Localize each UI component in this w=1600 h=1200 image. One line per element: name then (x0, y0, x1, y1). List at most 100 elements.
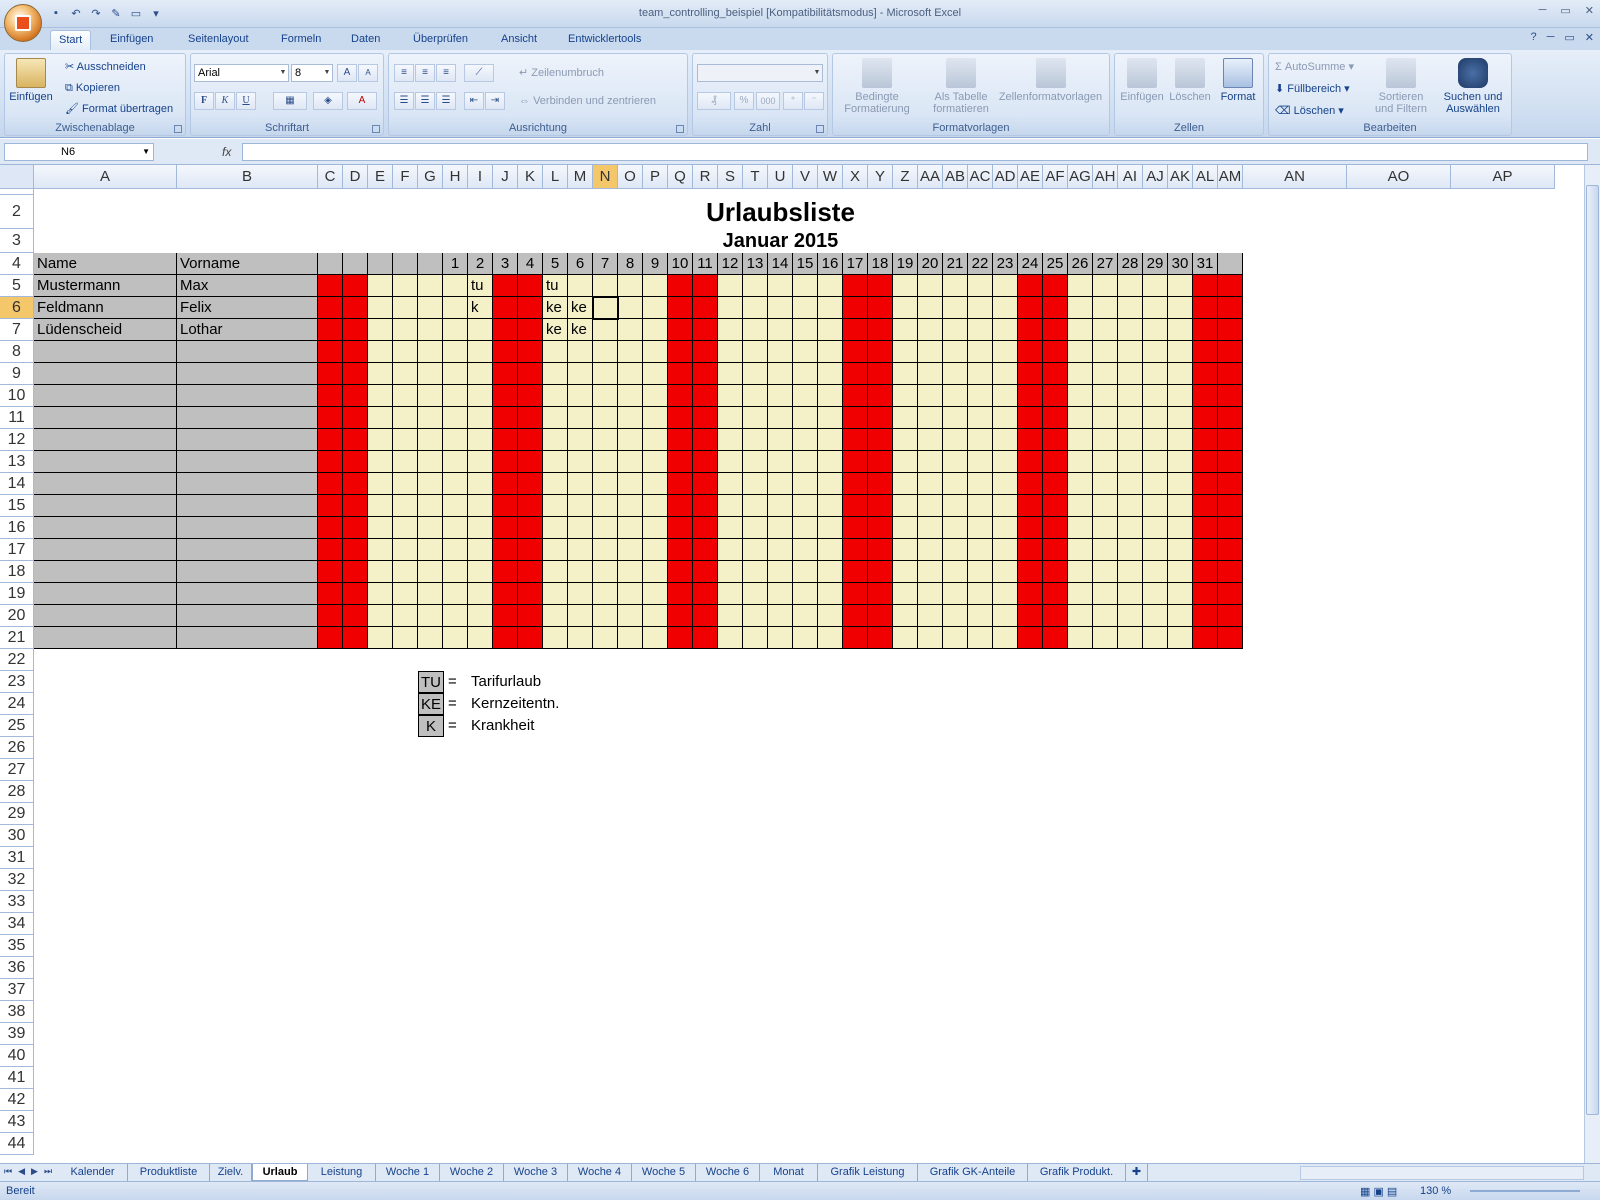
day-cell[interactable] (618, 275, 643, 297)
last-sheet-icon[interactable]: ⏭ (44, 1166, 52, 1177)
day-cell[interactable] (1018, 429, 1043, 451)
day-cell[interactable] (1143, 451, 1168, 473)
day-cell[interactable] (318, 407, 343, 429)
day-cell[interactable] (418, 627, 443, 649)
day-cell[interactable] (968, 429, 993, 451)
day-cell[interactable] (518, 275, 543, 297)
column-header-ab[interactable]: AB (943, 165, 968, 189)
employee-name[interactable]: Mustermann (34, 275, 177, 297)
employee-firstname[interactable] (177, 627, 318, 649)
day-cell[interactable] (793, 429, 818, 451)
day-cell[interactable] (968, 627, 993, 649)
day-cell[interactable] (443, 385, 468, 407)
day-cell[interactable] (318, 583, 343, 605)
day-cell[interactable] (643, 363, 668, 385)
column-header-w[interactable]: W (818, 165, 843, 189)
day-cell[interactable] (1118, 275, 1143, 297)
tab-einfuegen[interactable]: Einfügen (102, 30, 161, 50)
employee-firstname[interactable] (177, 495, 318, 517)
row-header-36[interactable]: 36 (0, 957, 34, 979)
day-cell[interactable]: tu (543, 275, 568, 297)
column-header-ac[interactable]: AC (968, 165, 993, 189)
day-cell[interactable]: ke (568, 297, 593, 319)
day-cell[interactable] (768, 561, 793, 583)
day-cell[interactable] (693, 275, 718, 297)
day-cell[interactable] (543, 539, 568, 561)
day-cell[interactable] (993, 495, 1018, 517)
day-cell[interactable] (443, 429, 468, 451)
day-cell[interactable] (1218, 583, 1243, 605)
day-cell[interactable] (418, 539, 443, 561)
day-cell[interactable] (968, 297, 993, 319)
day-cell[interactable] (468, 363, 493, 385)
day-cell[interactable] (418, 275, 443, 297)
autosum-button[interactable]: Σ AutoSumme ▾ (1275, 58, 1354, 76)
row-header-9[interactable]: 9 (0, 363, 34, 385)
day-cell[interactable] (1218, 495, 1243, 517)
day-cell[interactable] (518, 539, 543, 561)
day-cell[interactable] (918, 495, 943, 517)
day-cell[interactable] (518, 341, 543, 363)
day-cell[interactable] (593, 341, 618, 363)
day-cell[interactable] (593, 539, 618, 561)
day-cell[interactable] (618, 451, 643, 473)
day-cell[interactable] (1218, 539, 1243, 561)
day-cell[interactable] (1143, 473, 1168, 495)
employee-name[interactable] (34, 451, 177, 473)
align-center-button[interactable]: ☰ (415, 92, 435, 110)
employee-name[interactable]: Lüdenscheid (34, 319, 177, 341)
name-box[interactable]: N6 ▼ (4, 143, 154, 161)
day-cell[interactable] (968, 407, 993, 429)
day-cell[interactable] (793, 583, 818, 605)
column-header-l[interactable]: L (543, 165, 568, 189)
day-cell[interactable] (343, 495, 368, 517)
employee-name[interactable] (34, 561, 177, 583)
day-cell[interactable] (968, 495, 993, 517)
day-cell[interactable] (443, 605, 468, 627)
day-cell[interactable] (918, 385, 943, 407)
day-cell[interactable] (593, 627, 618, 649)
orientation-button[interactable]: ⟋ (464, 64, 494, 82)
day-cell[interactable] (368, 495, 393, 517)
day-cell[interactable] (493, 627, 518, 649)
day-cell[interactable] (1093, 605, 1118, 627)
employee-name[interactable] (34, 341, 177, 363)
day-cell[interactable] (643, 539, 668, 561)
employee-firstname[interactable] (177, 561, 318, 583)
day-cell[interactable] (1043, 429, 1068, 451)
day-cell[interactable] (568, 385, 593, 407)
day-cell[interactable] (1068, 385, 1093, 407)
day-cell[interactable] (593, 473, 618, 495)
wb-close-icon[interactable]: ✕ (1585, 31, 1594, 44)
day-cell[interactable] (993, 319, 1018, 341)
day-cell[interactable] (1193, 319, 1218, 341)
day-cell[interactable] (618, 561, 643, 583)
day-cell[interactable] (618, 429, 643, 451)
day-cell[interactable] (918, 275, 943, 297)
day-cell[interactable] (1043, 627, 1068, 649)
active-cell-selection[interactable] (592, 296, 619, 320)
day-cell[interactable] (718, 385, 743, 407)
day-cell[interactable] (1193, 495, 1218, 517)
employee-firstname[interactable] (177, 341, 318, 363)
day-cell[interactable] (843, 429, 868, 451)
day-cell[interactable] (418, 319, 443, 341)
employee-firstname[interactable] (177, 385, 318, 407)
day-cell[interactable] (893, 517, 918, 539)
day-cell[interactable] (768, 451, 793, 473)
currency-button[interactable]: ₰ (697, 92, 731, 110)
day-cell[interactable] (793, 385, 818, 407)
day-cell[interactable] (318, 385, 343, 407)
day-cell[interactable] (843, 319, 868, 341)
day-cell[interactable] (943, 451, 968, 473)
day-cell[interactable] (1193, 363, 1218, 385)
day-cell[interactable] (518, 451, 543, 473)
day-cell[interactable] (993, 473, 1018, 495)
day-cell[interactable] (1043, 297, 1068, 319)
day-cell[interactable] (843, 495, 868, 517)
day-cell[interactable] (318, 275, 343, 297)
day-cell[interactable] (393, 275, 418, 297)
day-cell[interactable] (818, 407, 843, 429)
number-dialog-launcher[interactable] (816, 125, 824, 133)
day-cell[interactable] (1193, 561, 1218, 583)
